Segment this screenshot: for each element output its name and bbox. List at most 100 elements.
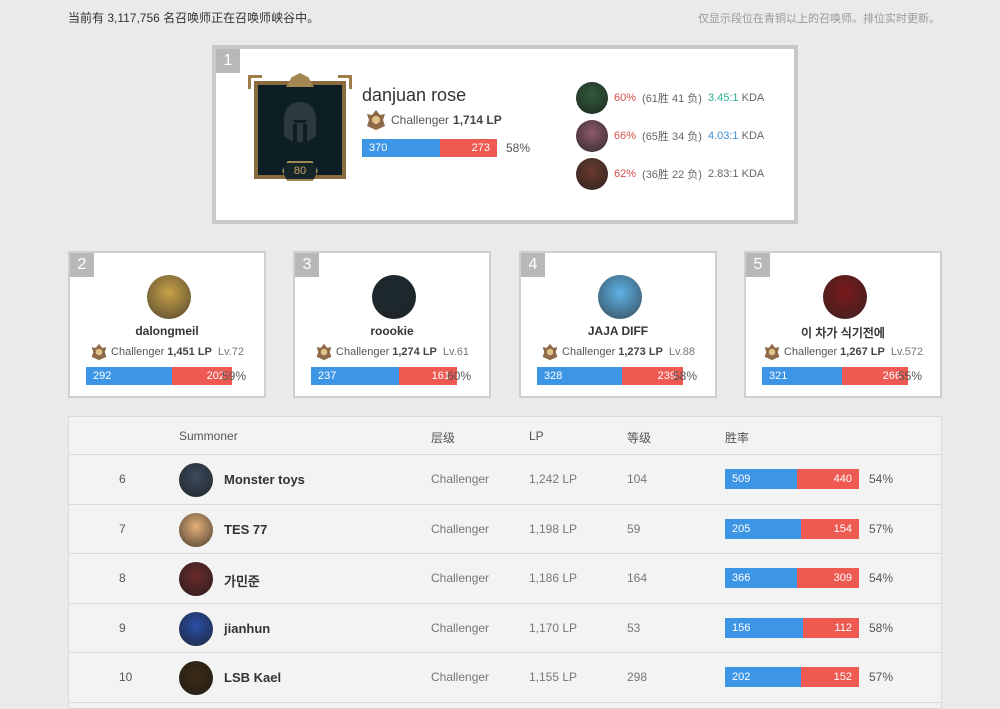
summoner-name[interactable]: TES 77 <box>224 522 267 537</box>
summoner-level: Lv.88 <box>668 346 695 358</box>
tier-label: Challenger <box>431 571 490 585</box>
tier-info: Challenger 1,267 LP Lv.572 <box>746 343 940 361</box>
online-status-bar: 当前有 3,117,756 名召唤师正在召唤师峡谷中。 仅显示段位在青铜以上的召… <box>68 9 940 25</box>
lp-value: 1,198 LP <box>529 521 578 536</box>
winrate-text: 59% <box>222 369 247 383</box>
winloss-bar: 202 152 <box>725 667 859 687</box>
lp-value: 1,274 LP <box>392 346 437 358</box>
winrate-text: 57% <box>869 670 894 684</box>
demon-icon[interactable] <box>823 275 867 319</box>
champion-winrate: 60% <box>614 92 637 104</box>
summoner-card[interactable]: 2 dalongmeil Challenger 1,451 LP Lv.72 292 20… <box>68 251 266 398</box>
rank-number: 7 <box>119 521 126 536</box>
profile-icon-frame[interactable]: 80 <box>248 73 352 185</box>
summoner-level: 298 <box>627 670 648 684</box>
table-row[interactable]: 10 LSB Kael Challenger 1,155 LP 298 202 152 57% <box>69 653 941 703</box>
col-level: 等级 <box>627 431 652 445</box>
winrate-text: 58% <box>673 369 698 383</box>
losses-segment: 309 <box>797 568 859 588</box>
champion-avatar[interactable] <box>576 120 608 152</box>
kda-unit: KDA <box>741 168 765 180</box>
summoner-level: 104 <box>627 472 648 486</box>
pyramid-icon[interactable] <box>147 275 191 319</box>
champion-avatar[interactable] <box>576 82 608 114</box>
lp-value: 1,451 LP <box>167 346 212 358</box>
rank-number: 5 <box>746 253 770 277</box>
rank-number: 4 <box>521 253 545 277</box>
lp-value: 1,242 LP <box>529 472 578 486</box>
kda-unit: KDA <box>741 130 765 142</box>
losses-segment: 152 <box>801 667 859 687</box>
summoner-name[interactable]: Monster toys <box>224 472 305 487</box>
avatar[interactable] <box>179 463 213 497</box>
winrate-text: 58% <box>506 141 531 155</box>
summoner-level: Lv.61 <box>442 346 469 358</box>
tier-info: Challenger 1,714 LP <box>365 109 502 131</box>
avatar[interactable] <box>179 661 213 695</box>
summoner-name[interactable]: dalongmeil <box>70 324 264 338</box>
summoner-card[interactable]: 3 roookie Challenger 1,274 LP Lv.61 237 161 60… <box>293 251 491 398</box>
col-winrate: 胜率 <box>725 431 750 445</box>
rank-number: 8 <box>119 571 126 585</box>
tier-label: Challenger <box>391 113 450 127</box>
col-summoner: Summoner <box>179 429 238 443</box>
summoner-card[interactable]: 4 JAJA DIFF Challenger 1,273 LP Lv.88 328 239… <box>519 251 717 398</box>
rank-number: 6 <box>119 472 126 486</box>
winloss-bar: 237 161 <box>311 367 457 385</box>
lp-value: 1,170 LP <box>529 620 578 635</box>
challenger-emblem-icon <box>764 343 780 361</box>
table-row[interactable]: 8 가민준 Challenger 1,186 LP 164 366 309 54% <box>69 554 941 604</box>
wins-segment: 328 <box>537 367 622 385</box>
col-tier: 层级 <box>431 431 456 445</box>
table-row[interactable]: 9 jianhun Challenger 1,170 LP 53 156 112 58% <box>69 604 941 653</box>
table-row[interactable]: 6 Monster toys Challenger 1,242 LP 104 509 440… <box>69 455 941 505</box>
tier-label: Challenger <box>336 346 390 358</box>
summoner-name[interactable]: JAJA DIFF <box>521 324 715 338</box>
wins-segment: 205 <box>725 518 802 539</box>
winloss-bar: 205 154 <box>725 518 859 539</box>
avatar[interactable] <box>179 611 213 646</box>
champion-avatar[interactable] <box>576 158 608 190</box>
challenger-emblem-icon <box>542 343 558 361</box>
summoner-name[interactable]: jianhun <box>224 621 270 636</box>
summoner-card[interactable]: 5 이 차가 식기전에 Challenger 1,267 LP Lv.572 321 26… <box>744 251 942 398</box>
top-summoner-card[interactable]: 1 80 danjuan rose Challenger 1,714 LP 37… <box>212 45 798 224</box>
lp-value: 1,267 LP <box>840 346 885 358</box>
avatar[interactable] <box>179 512 213 547</box>
champion-winrate: 66% <box>614 130 637 142</box>
lp-value: 1,714 LP <box>453 113 502 127</box>
winrate-text: 60% <box>447 369 472 383</box>
tier-info: Challenger 1,274 LP Lv.61 <box>295 343 489 361</box>
challenger-emblem-icon <box>91 343 107 361</box>
rank-number: 10 <box>119 670 133 684</box>
winloss-bar: 321 266 <box>762 367 908 385</box>
champion-stat-row: 66% (65胜 34 负) 4.03:1 KDA <box>576 120 764 152</box>
winloss-bar: 366 309 <box>725 568 859 588</box>
losses-segment: 440 <box>797 469 859 489</box>
summoner-name[interactable]: LSB Kael <box>224 670 281 685</box>
lp-value: 1,155 LP <box>529 670 578 684</box>
champion-record: (65胜 34 负) <box>642 131 702 143</box>
col-lp: LP <box>529 429 544 443</box>
winloss-bar: 328 239 <box>537 367 683 385</box>
winloss-bar: 509 440 <box>725 469 859 489</box>
champion-winrate: 62% <box>614 168 637 180</box>
helmet-icon[interactable] <box>372 275 416 319</box>
ranking-note: 仅显示段位在青铜以上的召唤师。排位实时更新。 <box>698 13 940 25</box>
summoner-name[interactable]: 가민준 <box>224 571 260 590</box>
tier-label: Challenger <box>431 620 490 635</box>
losses-segment: 112 <box>802 617 859 638</box>
avatar[interactable] <box>179 562 213 596</box>
tier-label: Challenger <box>431 670 490 684</box>
winloss-bar: 156 112 <box>725 617 859 638</box>
winrate-text: 54% <box>869 571 894 585</box>
summoner-name[interactable]: danjuan rose <box>362 85 466 106</box>
table-row[interactable]: 7 TES 77 Challenger 1,198 LP 59 205 154 57% <box>69 505 941 554</box>
online-count-text: 当前有 3,117,756 名召唤师正在召唤师峡谷中。 <box>68 11 320 25</box>
ranking-table: Summoner 层级 LP 等级 胜率 6 Monster toys Challe… <box>68 416 942 709</box>
summoner-name[interactable]: 이 차가 식기전에 <box>746 324 940 341</box>
tier-info: Challenger 1,451 LP Lv.72 <box>70 343 264 361</box>
frame-crest-icon <box>286 73 314 87</box>
summoner-name[interactable]: roookie <box>295 324 489 338</box>
duck-icon[interactable] <box>598 275 642 319</box>
